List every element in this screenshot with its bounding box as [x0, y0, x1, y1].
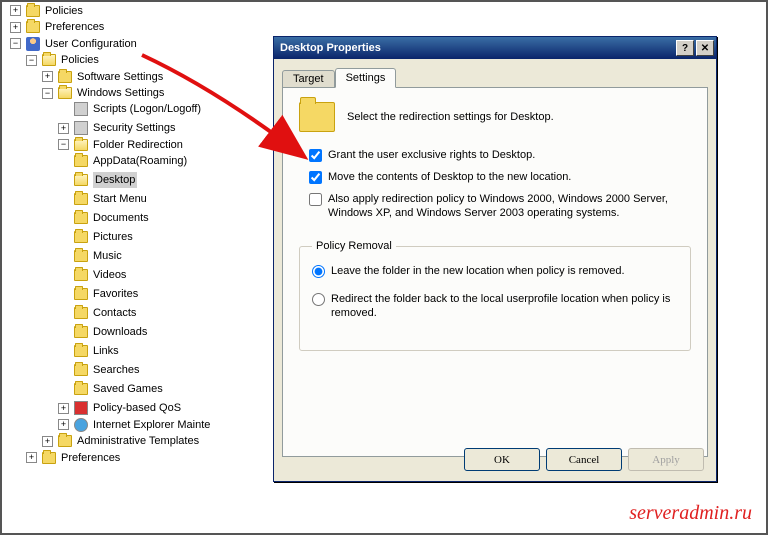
apply-button[interactable]: Apply: [628, 448, 704, 471]
label-move-contents: Move the contents of Desktop to the new …: [328, 170, 571, 184]
folder-icon: [74, 269, 88, 281]
script-icon: [74, 102, 88, 116]
tree-node-qos[interactable]: +Policy-based QoS: [58, 400, 181, 416]
tree-node-preferences-top[interactable]: +Preferences: [10, 19, 104, 35]
tree-node-videos[interactable]: Videos: [74, 267, 126, 283]
properties-dialog: Desktop Properties ? ✕ Target Settings S…: [273, 36, 717, 482]
expander-plus-icon[interactable]: +: [42, 71, 53, 82]
folder-large-icon: [299, 102, 335, 132]
tree-node-security[interactable]: +Security Settings: [58, 120, 176, 136]
tree-node-folder-redirection[interactable]: −Folder Redirection: [58, 137, 183, 153]
folder-icon: [74, 364, 88, 376]
expander-minus-icon[interactable]: −: [26, 55, 37, 66]
expander-plus-icon[interactable]: +: [26, 452, 37, 463]
expander-plus-icon[interactable]: +: [58, 419, 69, 430]
folder-open-icon: [58, 87, 72, 99]
tree-node-pictures[interactable]: Pictures: [74, 229, 133, 245]
dialog-title: Desktop Properties: [280, 42, 674, 54]
folder-icon: [74, 212, 88, 224]
expander-plus-icon[interactable]: +: [58, 403, 69, 414]
folder-icon: [58, 435, 72, 447]
label-grant-rights: Grant the user exclusive rights to Deskt…: [328, 148, 535, 162]
folder-icon: [74, 250, 88, 262]
close-button[interactable]: ✕: [696, 40, 714, 56]
tree-node-admin-templates[interactable]: +Administrative Templates: [42, 433, 199, 449]
tree-node-saved-games[interactable]: Saved Games: [74, 381, 163, 397]
tree-node-links[interactable]: Links: [74, 343, 119, 359]
panel-description: Select the redirection settings for Desk…: [347, 111, 554, 123]
folder-icon: [74, 345, 88, 357]
tree-node-favorites[interactable]: Favorites: [74, 286, 138, 302]
cancel-button[interactable]: Cancel: [546, 448, 622, 471]
checkbox-apply-legacy[interactable]: [309, 193, 322, 206]
folder-open-icon: [74, 139, 88, 151]
tab-settings[interactable]: Settings: [335, 68, 397, 88]
tree-node-start-menu[interactable]: Start Menu: [74, 191, 147, 207]
qos-icon: [74, 401, 88, 415]
tree-view: +Policies +Preferences −User Configurati…: [10, 2, 210, 522]
expander-minus-icon[interactable]: −: [42, 88, 53, 99]
help-button[interactable]: ?: [676, 40, 694, 56]
folder-icon: [58, 71, 72, 83]
tree-node-appdata[interactable]: AppData(Roaming): [74, 153, 187, 169]
label-apply-legacy: Also apply redirection policy to Windows…: [328, 192, 691, 220]
tree-node-policies-top[interactable]: +Policies: [10, 3, 83, 19]
checkbox-grant-rights[interactable]: [309, 149, 322, 162]
label-redirect-back: Redirect the folder back to the local us…: [331, 292, 678, 320]
folder-icon: [74, 307, 88, 319]
tree-node-scripts[interactable]: Scripts (Logon/Logoff): [58, 101, 201, 117]
user-icon: [26, 37, 40, 51]
ie-icon: [74, 418, 88, 432]
folder-icon: [74, 326, 88, 338]
tree-node-documents[interactable]: Documents: [74, 210, 149, 226]
expander-minus-icon[interactable]: −: [10, 38, 21, 49]
folder-open-icon: [42, 54, 56, 66]
checkbox-move-contents[interactable]: [309, 171, 322, 184]
expander-plus-icon[interactable]: +: [58, 123, 69, 134]
label-leave-folder: Leave the folder in the new location whe…: [331, 264, 625, 278]
fieldset-legend: Policy Removal: [312, 240, 396, 252]
tree-node-contacts[interactable]: Contacts: [74, 305, 136, 321]
folder-icon: [74, 231, 88, 243]
tree-node-desktop[interactable]: Desktop: [74, 172, 137, 188]
folder-icon: [74, 288, 88, 300]
tree-node-software-settings[interactable]: +Software Settings: [42, 69, 163, 85]
folder-icon: [74, 383, 88, 395]
folder-icon: [26, 21, 40, 33]
fieldset-policy-removal: Policy Removal Leave the folder in the n…: [299, 240, 691, 351]
folder-icon: [42, 452, 56, 464]
security-icon: [74, 121, 88, 135]
expander-minus-icon[interactable]: −: [58, 139, 69, 150]
tree-node-preferences[interactable]: +Preferences: [26, 450, 120, 466]
tree-node-policies[interactable]: −Policies: [26, 52, 99, 68]
tree-node-user-config[interactable]: −User Configuration: [10, 36, 137, 52]
radio-leave-folder[interactable]: [312, 265, 325, 278]
tab-panel-settings: Select the redirection settings for Desk…: [282, 87, 708, 457]
tab-target[interactable]: Target: [282, 70, 335, 88]
folder-icon: [26, 5, 40, 17]
folder-icon: [74, 155, 88, 167]
tree-node-ie[interactable]: +Internet Explorer Maintenance: [58, 417, 210, 433]
tree-node-windows-settings[interactable]: −Windows Settings: [42, 85, 164, 101]
ok-button[interactable]: OK: [464, 448, 540, 471]
tree-node-searches[interactable]: Searches: [74, 362, 139, 378]
expander-plus-icon[interactable]: +: [10, 5, 21, 16]
expander-plus-icon[interactable]: +: [10, 22, 21, 33]
expander-plus-icon[interactable]: +: [42, 436, 53, 447]
dialog-titlebar[interactable]: Desktop Properties ? ✕: [274, 37, 716, 59]
watermark-text: serveradmin.ru: [629, 502, 752, 525]
tree-node-downloads[interactable]: Downloads: [74, 324, 147, 340]
tree-node-music[interactable]: Music: [74, 248, 122, 264]
folder-open-icon: [74, 174, 88, 186]
radio-redirect-back[interactable]: [312, 293, 325, 306]
tab-strip: Target Settings: [282, 68, 708, 88]
folder-icon: [74, 193, 88, 205]
